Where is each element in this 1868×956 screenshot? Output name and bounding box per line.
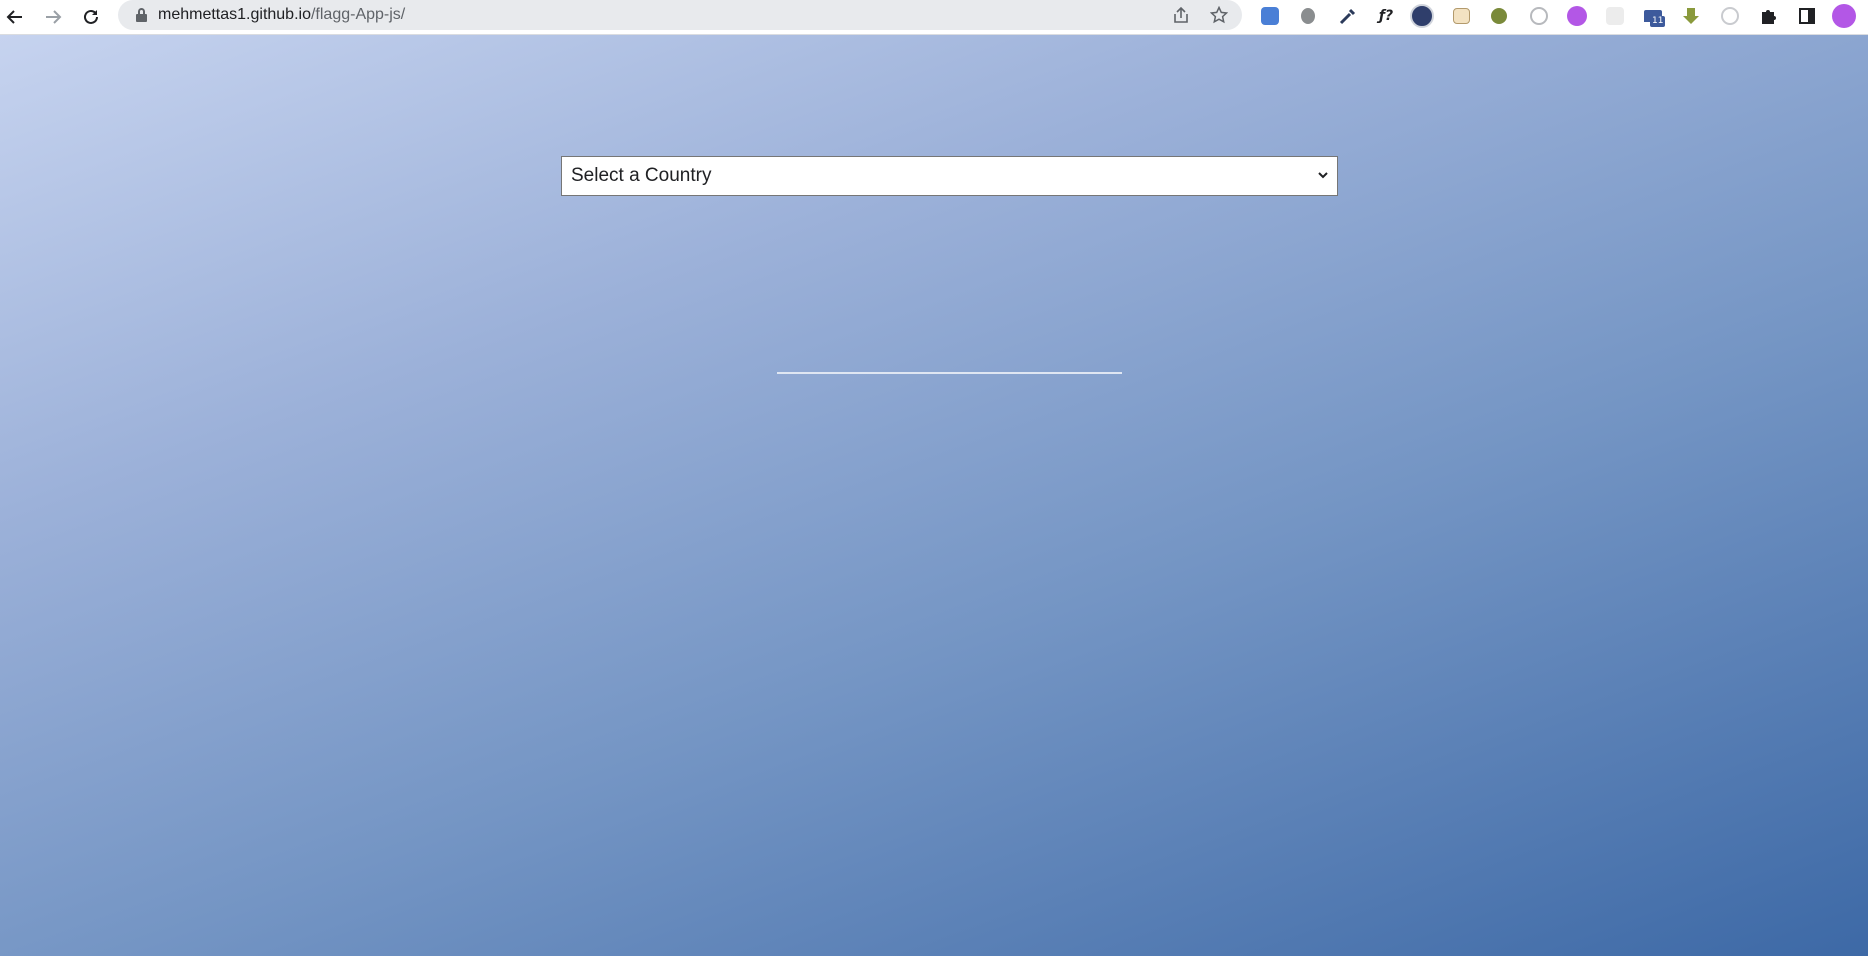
arrow-left-icon [6, 10, 22, 24]
country-select-value: Select a Country [571, 165, 712, 186]
forward-button[interactable] [38, 2, 68, 32]
color-picker-extension-icon[interactable] [1336, 4, 1360, 28]
browser-toolbar: mehmettas1.github.io/flagg-App-js/ ƒ? 11 [0, 0, 1868, 35]
reload-icon [84, 9, 98, 24]
back-button[interactable] [0, 2, 30, 32]
country-select[interactable]: Select a Country [561, 156, 1338, 196]
share-icon[interactable] [1170, 4, 1192, 26]
arrow-right-icon [46, 10, 62, 24]
html-tree-extension-icon[interactable] [1487, 4, 1511, 28]
address-bar[interactable]: mehmettas1.github.io/flagg-App-js/ [118, 0, 1242, 30]
profile-avatar[interactable] [1832, 4, 1856, 28]
side-panel-icon[interactable] [1795, 4, 1819, 28]
url-text[interactable]: mehmettas1.github.io/flagg-App-js/ [158, 6, 405, 24]
reload-button[interactable] [76, 2, 106, 32]
url-host: mehmettas1.github.io [158, 6, 311, 23]
lock-icon[interactable] [136, 8, 147, 22]
compass-extension-icon[interactable] [1527, 4, 1551, 28]
divider [777, 372, 1122, 374]
puzzle-icon[interactable] [1757, 4, 1781, 28]
circle-extension-icon[interactable] [1718, 4, 1742, 28]
extension-badge-count: 11 [1650, 16, 1666, 27]
house-badge-extension-icon[interactable]: 11 [1641, 4, 1666, 28]
chevron-down-icon [1318, 172, 1328, 179]
purple-extension-icon[interactable] [1565, 4, 1589, 28]
blank-extension-icon[interactable] [1603, 4, 1627, 28]
font-finder-extension-icon[interactable]: ƒ? [1374, 4, 1398, 28]
ninja-extension-icon[interactable] [1410, 4, 1434, 28]
bug-extension-icon[interactable] [1296, 4, 1320, 28]
star-icon[interactable] [1208, 4, 1230, 26]
tab-extension-icon[interactable] [1449, 4, 1473, 28]
page-body: Select a Country [0, 35, 1868, 956]
translate-extension-icon[interactable] [1258, 4, 1282, 28]
url-path: /flagg-App-js/ [310, 6, 406, 23]
download-arrow-extension-icon[interactable] [1679, 4, 1703, 28]
